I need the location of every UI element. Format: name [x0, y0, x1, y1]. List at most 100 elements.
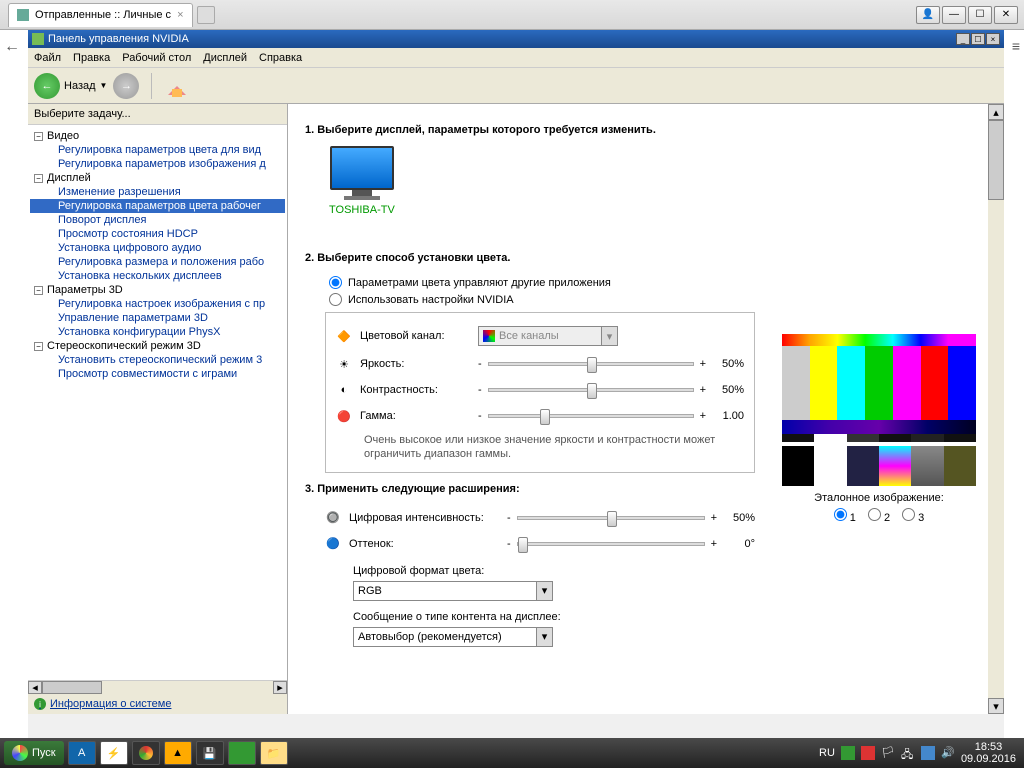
tree-item[interactable]: Просмотр совместимости с играми	[30, 367, 285, 381]
tab-favicon	[17, 9, 29, 21]
tree-group[interactable]: −Стереоскопический режим 3D	[30, 339, 285, 353]
tray-network-icon[interactable]: 🖧	[901, 746, 915, 760]
content-type-select[interactable]: Автовыбор (рекомендуется) ▾	[353, 627, 553, 647]
reference-image-panel: Эталонное изображение: 1 2 3	[782, 334, 976, 524]
menu-desktop[interactable]: Рабочий стол	[122, 52, 191, 64]
tree-item[interactable]: Регулировка параметров цвета для вид	[30, 143, 285, 157]
tree-item[interactable]: Установка цифрового аудио	[30, 241, 285, 255]
scroll-thumb[interactable]	[988, 120, 1004, 200]
contrast-slider[interactable]	[488, 388, 694, 392]
home-button[interactable]	[164, 73, 190, 99]
color-settings-group: 🔶 Цветовой канал: Все каналы ▾ ☀ Яркость…	[325, 312, 755, 473]
vibrance-slider[interactable]	[517, 516, 705, 520]
tray-nvidia-icon[interactable]	[841, 746, 855, 760]
collapse-icon[interactable]: −	[34, 286, 43, 295]
tree-group[interactable]: −Видео	[30, 129, 285, 143]
taskbar-app-1[interactable]: A	[68, 741, 96, 765]
tray-antivirus-icon[interactable]	[861, 746, 875, 760]
scroll-down-icon[interactable]: ▾	[988, 698, 1004, 714]
gamma-label: Гамма:	[360, 410, 470, 422]
app-minimize-button[interactable]: _	[956, 33, 970, 45]
start-button[interactable]: Пуск	[4, 741, 64, 765]
hue-value: 0°	[723, 538, 755, 550]
tree-group[interactable]: −Дисплей	[30, 171, 285, 185]
menu-help[interactable]: Справка	[259, 52, 302, 64]
app-titlebar: Панель управления NVIDIA _ ☐ ×	[28, 30, 1004, 48]
app-title: Панель управления NVIDIA	[48, 33, 189, 45]
tree-item[interactable]: Регулировка параметров цвета рабочег	[30, 199, 285, 213]
tree-group[interactable]: −Параметры 3D	[30, 283, 285, 297]
tree-scrollbar[interactable]: ◂ ▸	[28, 680, 287, 694]
windows-icon	[12, 745, 28, 761]
channel-select[interactable]: Все каналы ▾	[478, 326, 618, 346]
radio-nvidia[interactable]	[329, 293, 342, 306]
tree-item[interactable]: Просмотр состояния HDCP	[30, 227, 285, 241]
hue-slider[interactable]	[517, 542, 705, 546]
tree-item[interactable]: Установка нескольких дисплеев	[30, 269, 285, 283]
scroll-up-icon[interactable]: ▴	[988, 104, 1004, 120]
display-thumbnail[interactable]: TOSHIBA-TV	[329, 146, 395, 216]
chevron-down-icon[interactable]: ▾	[601, 327, 617, 345]
user-icon[interactable]: 👤	[916, 6, 940, 24]
app-maximize-button[interactable]: ☐	[971, 33, 985, 45]
scroll-left-icon[interactable]: ◂	[28, 681, 42, 694]
close-button[interactable]: ✕	[994, 6, 1018, 24]
taskbar-explorer[interactable]: 📁	[260, 741, 288, 765]
menu-display[interactable]: Дисплей	[203, 52, 247, 64]
chevron-down-icon[interactable]: ▾	[536, 628, 552, 646]
tray-volume-icon[interactable]: 🔊	[941, 746, 955, 760]
tray-app-icon[interactable]	[921, 746, 935, 760]
maximize-button[interactable]: ☐	[968, 6, 992, 24]
taskbar-nvidia[interactable]	[228, 741, 256, 765]
ref-radio-2[interactable]: 2	[868, 508, 890, 524]
new-tab-button[interactable]	[197, 6, 215, 24]
language-indicator[interactable]: RU	[819, 747, 835, 759]
tree-item[interactable]: Установить стереоскопический режим 3	[30, 353, 285, 367]
menu-file[interactable]: Файл	[34, 52, 61, 64]
tree-item[interactable]: Поворот дисплея	[30, 213, 285, 227]
menu-edit[interactable]: Правка	[73, 52, 110, 64]
ref-radio-3[interactable]: 3	[902, 508, 924, 524]
taskbar-app-5[interactable]: 💾	[196, 741, 224, 765]
radio-other-apps[interactable]	[329, 276, 342, 289]
tree-item[interactable]: Изменение разрешения	[30, 185, 285, 199]
taskbar-aimp[interactable]: ▲	[164, 741, 192, 765]
collapse-icon[interactable]: −	[34, 132, 43, 141]
app-close-button[interactable]: ×	[986, 33, 1000, 45]
forward-button[interactable]: →	[113, 73, 139, 99]
chevron-down-icon[interactable]: ▾	[536, 582, 552, 600]
ref-radio-1[interactable]: 1	[834, 508, 856, 524]
tree-item[interactable]: Управление параметрами 3D	[30, 311, 285, 325]
browser-menu-icon[interactable]: ≡	[1012, 38, 1020, 54]
browser-tab[interactable]: Отправленные :: Личные с ×	[8, 3, 193, 27]
rgb-icon	[483, 330, 495, 342]
channel-label: Цветовой канал:	[360, 330, 470, 342]
tree-item[interactable]: Регулировка настроек изображения с пр	[30, 297, 285, 311]
brightness-slider[interactable]	[488, 362, 694, 366]
collapse-icon[interactable]: −	[34, 342, 43, 351]
gamma-slider[interactable]	[488, 414, 694, 418]
taskbar-app-2[interactable]: ⚡	[100, 741, 128, 765]
back-button[interactable]: ←	[34, 73, 60, 99]
color-format-select[interactable]: RGB ▾	[353, 581, 553, 601]
tray-flag-icon[interactable]: 🏳	[881, 746, 895, 760]
tree-item[interactable]: Регулировка размера и положения рабо	[30, 255, 285, 269]
close-icon[interactable]: ×	[177, 9, 183, 21]
step1-title: 1. Выберите дисплей, параметры которого …	[305, 124, 988, 136]
clock[interactable]: 18:53 09.09.2016	[961, 741, 1016, 765]
collapse-icon[interactable]: −	[34, 174, 43, 183]
vibrance-label: Цифровая интенсивность:	[349, 512, 499, 524]
scroll-right-icon[interactable]: ▸	[273, 681, 287, 694]
gamma-icon: 🔴	[336, 408, 352, 424]
vibrance-value: 50%	[723, 512, 755, 524]
system-info-link[interactable]: i Информация о системе	[28, 694, 287, 714]
tree-item[interactable]: Установка конфигурации PhysX	[30, 325, 285, 339]
taskbar-chrome[interactable]	[132, 741, 160, 765]
content-scrollbar[interactable]: ▴ ▾	[988, 104, 1004, 714]
back-dropdown-icon[interactable]: ▼	[100, 81, 108, 90]
scroll-thumb[interactable]	[42, 681, 102, 694]
browser-back-icon[interactable]: ←	[4, 38, 20, 56]
nvidia-icon	[32, 33, 44, 45]
tree-item[interactable]: Регулировка параметров изображения д	[30, 157, 285, 171]
minimize-button[interactable]: —	[942, 6, 966, 24]
